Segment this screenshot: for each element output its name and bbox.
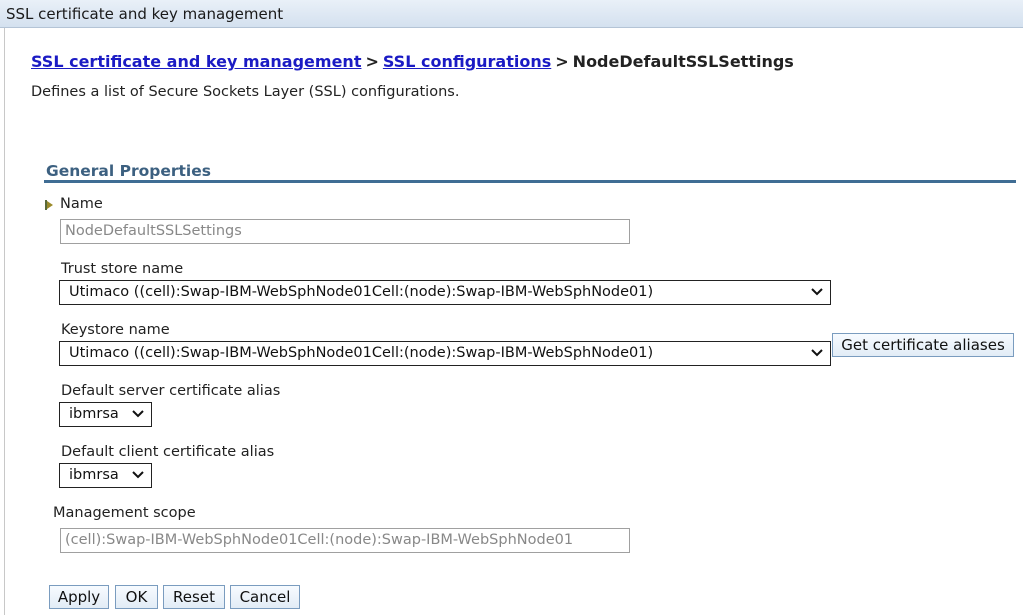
reset-button[interactable]: Reset bbox=[163, 585, 225, 609]
page-description: Defines a list of Secure Sockets Layer (… bbox=[31, 84, 460, 100]
apply-button[interactable]: Apply bbox=[49, 585, 109, 609]
client-alias-select[interactable]: ibmrsa bbox=[59, 463, 152, 488]
client-alias-value: ibmrsa bbox=[69, 467, 119, 483]
name-field[interactable]: NodeDefaultSSLSettings bbox=[60, 219, 630, 244]
breadcrumb-link-ssl-configurations[interactable]: SSL configurations bbox=[383, 52, 551, 71]
keystore-label: Keystore name bbox=[61, 322, 170, 338]
client-alias-label: Default client certificate alias bbox=[61, 444, 275, 460]
management-scope-label: Management scope bbox=[53, 505, 196, 521]
breadcrumb-current: NodeDefaultSSLSettings bbox=[572, 52, 794, 71]
keystore-value: Utimaco ((cell):Swap-IBM-WebSphNode01Cel… bbox=[69, 345, 654, 361]
required-field-icon bbox=[45, 200, 53, 210]
chevron-down-icon bbox=[132, 471, 144, 479]
management-scope-field[interactable]: (cell):Swap-IBM-WebSphNode01Cell:(node):… bbox=[60, 528, 630, 553]
name-label: Name bbox=[60, 196, 103, 212]
chevron-down-icon bbox=[811, 349, 823, 357]
window-title: SSL certificate and key management bbox=[6, 5, 284, 23]
section-divider bbox=[44, 180, 1016, 183]
breadcrumb-link-ssl-management[interactable]: SSL certificate and key management bbox=[31, 52, 361, 71]
chevron-down-icon bbox=[811, 288, 823, 296]
chevron-down-icon bbox=[132, 410, 144, 418]
server-alias-value: ibmrsa bbox=[69, 406, 119, 422]
trust-store-select[interactable]: Utimaco ((cell):Swap-IBM-WebSphNode01Cel… bbox=[59, 280, 831, 305]
server-alias-select[interactable]: ibmrsa bbox=[59, 402, 152, 427]
ok-button[interactable]: OK bbox=[115, 585, 158, 609]
breadcrumb-separator: > bbox=[555, 52, 569, 71]
window-title-bar: SSL certificate and key management bbox=[0, 0, 1023, 28]
cancel-button[interactable]: Cancel bbox=[230, 585, 300, 609]
left-border bbox=[4, 28, 5, 615]
server-alias-label: Default server certificate alias bbox=[61, 383, 281, 399]
trust-store-label: Trust store name bbox=[61, 261, 184, 277]
trust-store-value: Utimaco ((cell):Swap-IBM-WebSphNode01Cel… bbox=[69, 284, 654, 300]
keystore-select[interactable]: Utimaco ((cell):Swap-IBM-WebSphNode01Cel… bbox=[59, 341, 831, 366]
get-certificate-aliases-button[interactable]: Get certificate aliases bbox=[832, 333, 1014, 357]
breadcrumb-separator: > bbox=[365, 52, 379, 71]
breadcrumb: SSL certificate and key management > SSL c… bbox=[31, 52, 794, 71]
general-properties-title: General Properties bbox=[46, 162, 211, 180]
